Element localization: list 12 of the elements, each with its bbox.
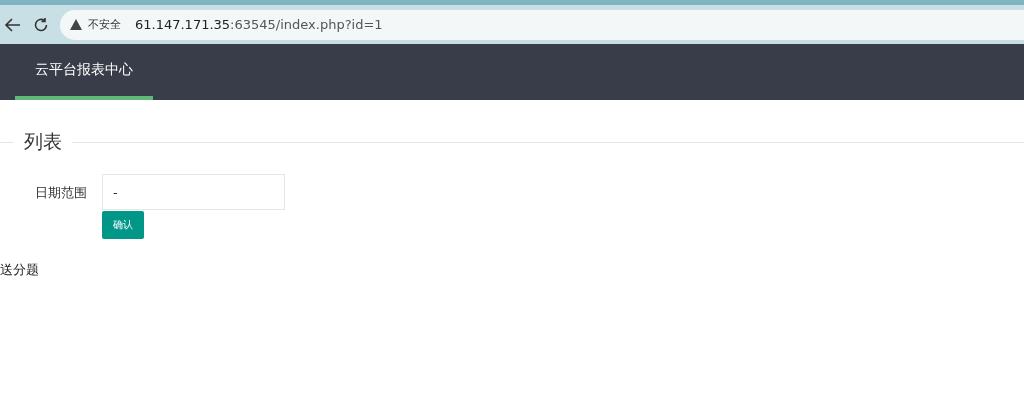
- field-label: 日期范围: [34, 184, 87, 202]
- address-bar[interactable]: 不安全 61.147.171.35:63545/index.php?id=1: [60, 9, 1024, 40]
- section-title: 列表: [23, 129, 63, 154]
- nav-tab[interactable]: 云平台报表中心: [15, 44, 153, 100]
- reload-icon[interactable]: [32, 15, 50, 34]
- confirm-button[interactable]: 确认: [102, 211, 144, 239]
- security-label: 不安全: [88, 17, 121, 32]
- url-text: 61.147.171.35:63545/index.php?id=1: [135, 17, 383, 32]
- body-text: 送分题: [0, 261, 40, 279]
- warning-icon: [70, 19, 82, 30]
- date-range-field[interactable]: -: [102, 174, 285, 210]
- back-icon[interactable]: [4, 15, 22, 34]
